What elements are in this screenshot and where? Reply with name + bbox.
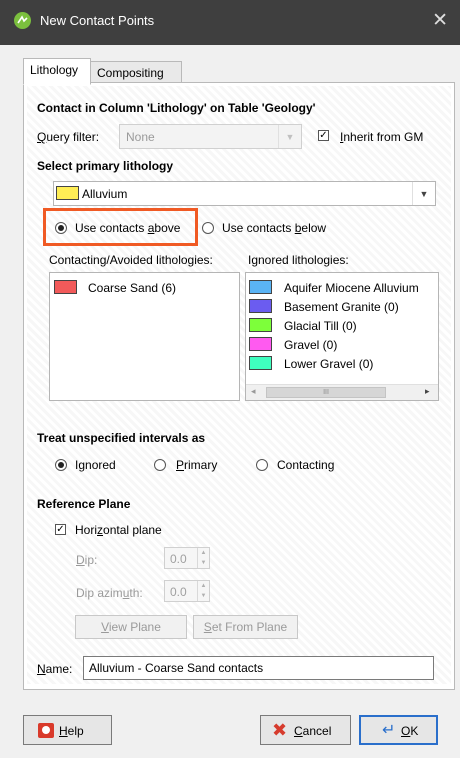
list-item-label: Coarse Sand (6) bbox=[88, 281, 177, 295]
dip-value: 0.0 bbox=[170, 552, 187, 566]
spin-arrows-icon[interactable]: ▲ ▼ bbox=[197, 581, 209, 601]
query-filter-select[interactable]: None ▼ bbox=[119, 124, 302, 149]
name-label: Name: bbox=[37, 662, 73, 676]
highlight-box bbox=[43, 208, 198, 246]
inherit-label: Inherit from GM bbox=[340, 130, 424, 144]
dialog-window: New Contact Points ✕ Lithology Compositi… bbox=[0, 0, 460, 758]
ignored-list[interactable]: Aquifer Miocene Alluvium Basement Granit… bbox=[245, 272, 439, 401]
contacting-radio[interactable] bbox=[256, 459, 268, 471]
alluvium-swatch bbox=[56, 186, 79, 200]
inherit-checkbox[interactable]: ✓ bbox=[318, 130, 329, 141]
list-item-label: Basement Granite (0) bbox=[284, 300, 399, 314]
view-plane-button[interactable]: View Plane bbox=[75, 615, 187, 639]
tab-compositing-label: Compositing bbox=[97, 66, 164, 80]
tab-lithology-label: Lithology bbox=[30, 63, 79, 77]
list-item[interactable]: Lower Gravel (0) bbox=[246, 353, 438, 372]
basement-swatch bbox=[249, 299, 272, 313]
list-item[interactable]: Aquifer Miocene Alluvium bbox=[246, 277, 438, 296]
cancel-label: Cancel bbox=[294, 724, 332, 738]
ok-button[interactable]: ↵ OK bbox=[359, 715, 438, 745]
contacting-label: Contacting/Avoided lithologies: bbox=[49, 253, 213, 267]
contact-heading: Contact in Column 'Lithology' on Table '… bbox=[37, 101, 316, 115]
cancel-button[interactable]: ✖ Cancel bbox=[260, 715, 351, 745]
close-icon[interactable]: ✕ bbox=[432, 9, 448, 32]
query-filter-label: Query filter: bbox=[37, 130, 100, 144]
list-item[interactable]: Gravel (0) bbox=[246, 334, 438, 353]
query-filter-value: None bbox=[126, 130, 155, 144]
window-title: New Contact Points bbox=[40, 13, 155, 28]
tab-lithology[interactable]: Lithology bbox=[23, 58, 91, 85]
help-label: Help bbox=[59, 724, 84, 738]
contacting-list[interactable]: Coarse Sand (6) bbox=[49, 272, 240, 401]
ignored-label: Ignored lithologies: bbox=[248, 253, 349, 267]
contacts-below-radio[interactable] bbox=[202, 222, 214, 234]
horizontal-plane-label: Horizontal plane bbox=[75, 523, 162, 537]
coarse-sand-swatch bbox=[54, 280, 77, 294]
aquifer-swatch bbox=[249, 280, 272, 294]
glacial-till-swatch bbox=[249, 318, 272, 332]
dip-azimuth-label: Dip azimuth: bbox=[76, 586, 143, 600]
list-item-label: Gravel (0) bbox=[284, 338, 338, 352]
chevron-down-icon: ▼ bbox=[278, 125, 301, 148]
dip-azimuth-value: 0.0 bbox=[170, 585, 187, 599]
contacting-radio-label: Contacting bbox=[277, 458, 335, 472]
chevron-down-icon: ▼ bbox=[412, 182, 435, 205]
primary-radio-label: Primary bbox=[176, 458, 218, 472]
dip-spinbox[interactable]: 0.0 ▲ ▼ bbox=[164, 547, 210, 569]
dip-label: Dip: bbox=[76, 553, 98, 567]
primary-lithology-value: Alluvium bbox=[82, 187, 128, 201]
scroll-right-icon[interactable]: ▸ bbox=[425, 386, 430, 397]
set-from-plane-button[interactable]: Set From Plane bbox=[193, 615, 298, 639]
horizontal-scrollbar[interactable]: ◂ III ▸ bbox=[246, 384, 438, 400]
primary-heading: Select primary lithology bbox=[37, 159, 174, 173]
gravel-swatch bbox=[249, 337, 272, 351]
ignored-radio[interactable] bbox=[55, 459, 67, 471]
name-input[interactable]: Alluvium - Coarse Sand contacts bbox=[83, 656, 434, 680]
list-item[interactable]: Coarse Sand (6) bbox=[50, 277, 239, 297]
ignored-radio-label: Ignored bbox=[75, 458, 116, 472]
list-item-label: Glacial Till (0) bbox=[284, 319, 357, 333]
primary-radio[interactable] bbox=[154, 459, 166, 471]
list-item-label: Aquifer Miocene Alluvium bbox=[284, 281, 419, 295]
cancel-icon: ✖ bbox=[272, 720, 288, 740]
dip-azimuth-spinbox[interactable]: 0.0 ▲ ▼ bbox=[164, 580, 210, 602]
list-item[interactable]: Glacial Till (0) bbox=[246, 315, 438, 334]
contacts-below-label: Use contacts below bbox=[222, 221, 327, 235]
unspecified-heading: Treat unspecified intervals as bbox=[37, 431, 206, 445]
horizontal-plane-checkbox[interactable]: ✓ bbox=[55, 524, 66, 535]
scroll-thumb[interactable]: III bbox=[266, 387, 386, 398]
title-bar: New Contact Points ✕ bbox=[0, 0, 460, 45]
app-logo-icon bbox=[14, 12, 31, 29]
help-button[interactable]: Help bbox=[23, 715, 112, 745]
help-icon bbox=[38, 723, 54, 738]
tab-compositing[interactable]: Compositing bbox=[90, 61, 182, 83]
return-arrow-icon: ↵ bbox=[382, 722, 396, 739]
lower-gravel-swatch bbox=[249, 356, 272, 370]
name-input-value: Alluvium - Coarse Sand contacts bbox=[89, 661, 264, 675]
primary-lithology-select[interactable]: Alluvium ▼ bbox=[53, 181, 436, 206]
scroll-left-icon[interactable]: ◂ bbox=[251, 386, 256, 397]
reference-plane-heading: Reference Plane bbox=[37, 497, 131, 511]
list-item-label: Lower Gravel (0) bbox=[284, 357, 374, 371]
ok-label: OK bbox=[401, 724, 419, 738]
list-item[interactable]: Basement Granite (0) bbox=[246, 296, 438, 315]
spin-arrows-icon[interactable]: ▲ ▼ bbox=[197, 548, 209, 568]
